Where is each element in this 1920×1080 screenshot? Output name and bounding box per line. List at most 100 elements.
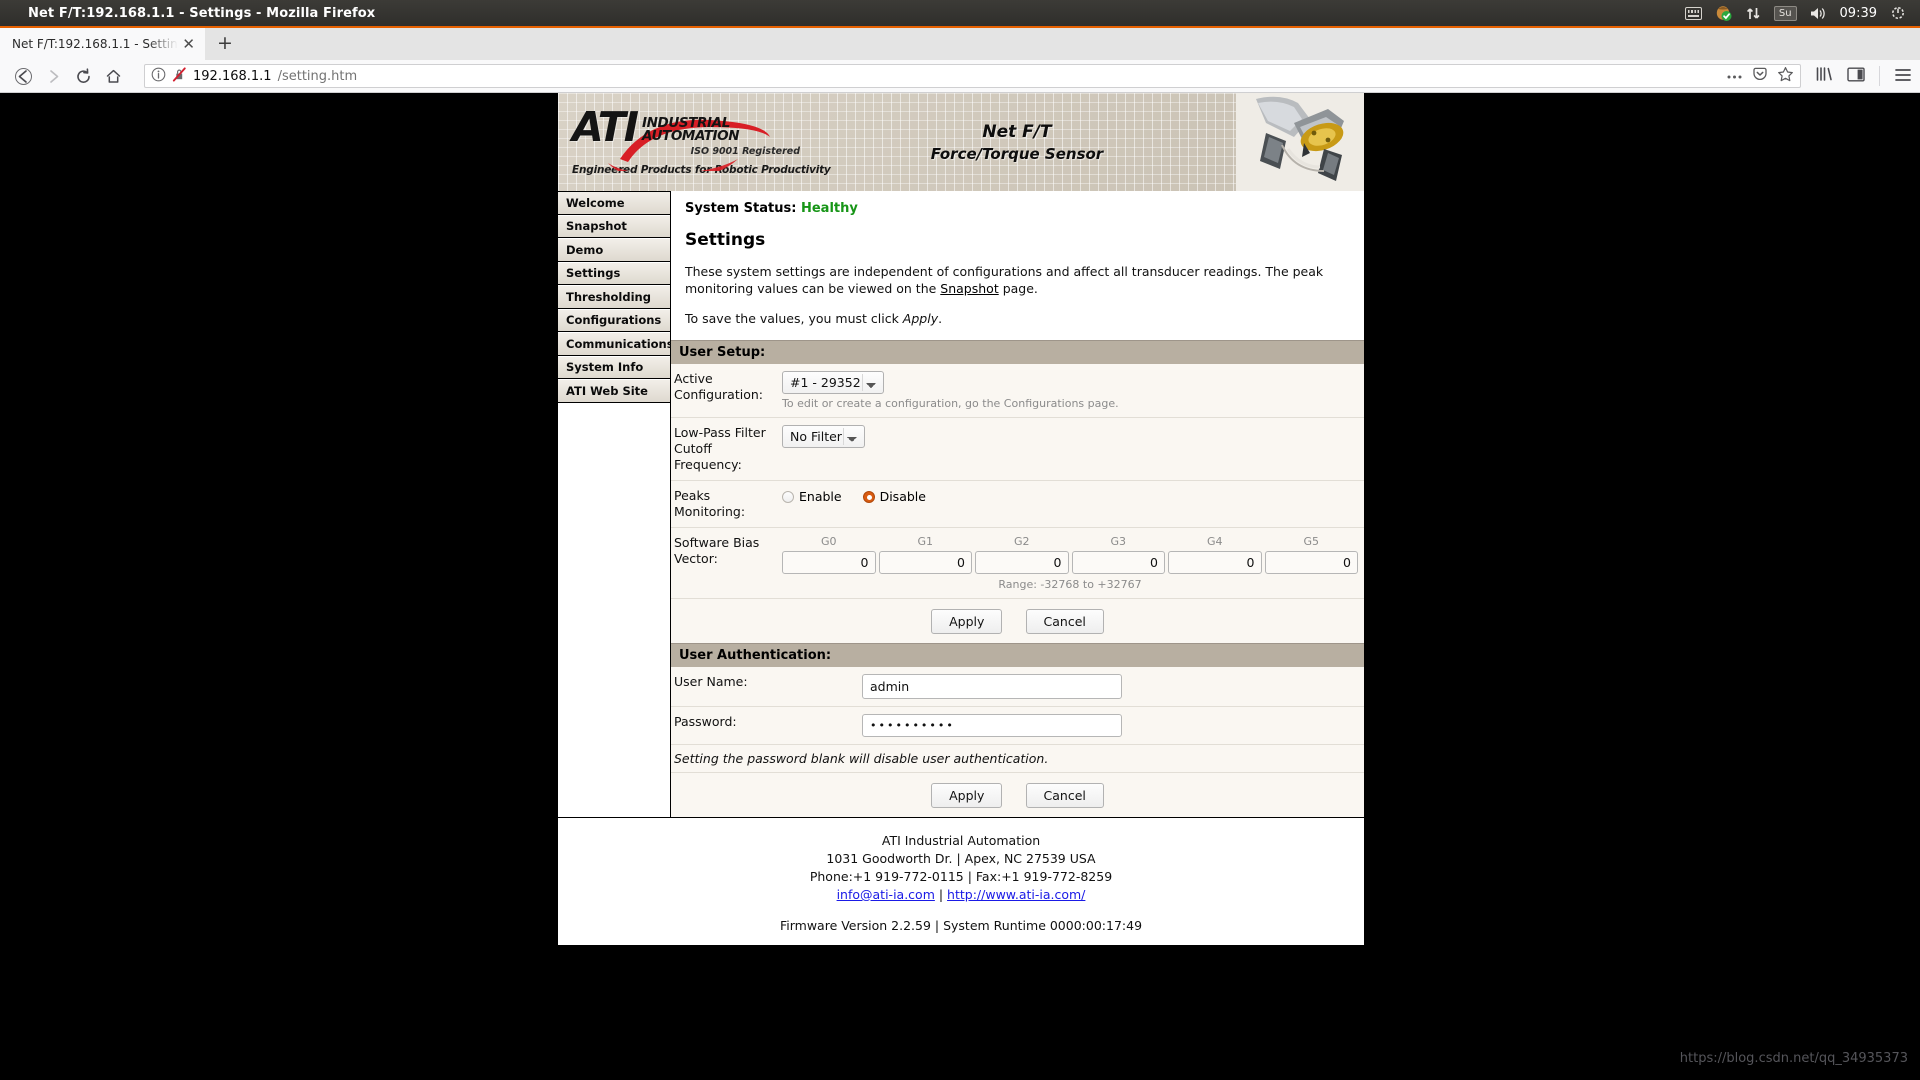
footer-phone: Phone:+1 919-772-0115 | Fax:+1 919-772-8…: [809, 869, 1113, 884]
input-method-indicator[interactable]: Su: [1773, 5, 1797, 21]
password-cell: [856, 706, 1364, 745]
active-configuration-row: Active Configuration: #1 - 29352 To edit…: [671, 364, 1364, 418]
peaks-enable-radio[interactable]: [782, 490, 794, 503]
banner-title-netft: Net F/T: [982, 121, 1052, 142]
page-viewport: ATI INDUSTRIAL AUTOMATION ISO 9001 Regis…: [0, 93, 1920, 1080]
bias-input-g1[interactable]: [878, 551, 972, 574]
software-bias-vector-row: Software Bias Vector: G0 G1 G2 G3: [671, 527, 1364, 599]
clock[interactable]: 09:39: [1840, 6, 1877, 21]
browser-chrome: Net F/T:192.168.1.1 - Setting ✕ + 192.16…: [0, 26, 1920, 93]
bias-input-g5[interactable]: [1264, 551, 1358, 574]
sidebar-label: System Info: [566, 360, 644, 375]
sidebar-item-system-info[interactable]: System Info: [558, 355, 670, 379]
user-auth-header-row: User Authentication:: [671, 643, 1364, 667]
user-setup-header-row: User Setup:: [671, 340, 1364, 364]
sidebar-item-demo[interactable]: Demo: [558, 238, 670, 262]
app-menu-icon[interactable]: [1894, 67, 1912, 86]
home-icon[interactable]: [98, 62, 128, 90]
page-info-icon[interactable]: [151, 67, 166, 86]
forward-icon[interactable]: [38, 62, 68, 90]
sidebar-label: ATI Web Site: [566, 383, 648, 398]
user-auth-button-row: Apply Cancel: [671, 773, 1364, 817]
user-authentication-header: User Authentication:: [671, 643, 1364, 667]
user-setup-apply-button[interactable]: Apply: [931, 609, 1003, 634]
username-label: User Name:: [671, 667, 856, 707]
network-icon[interactable]: [1746, 6, 1761, 21]
reload-icon[interactable]: [68, 62, 98, 90]
browser-tab[interactable]: Net F/T:192.168.1.1 - Setting ✕: [0, 28, 205, 60]
close-tab-icon[interactable]: ✕: [178, 35, 199, 53]
bias-header-g3: G3: [1110, 535, 1127, 548]
sidebar-item-snapshot[interactable]: Snapshot: [558, 214, 670, 238]
sidebar-item-communications[interactable]: Communications: [558, 332, 674, 356]
watermark: https://blog.csdn.net/qq_34935373: [1679, 1051, 1908, 1066]
user-setup-cancel-button[interactable]: Cancel: [1025, 609, 1104, 634]
bias-header-g5: G5: [1303, 535, 1320, 548]
navigation-toolbar: 192.168.1.1/setting.htm: [0, 60, 1920, 93]
address-bar[interactable]: 192.168.1.1/setting.htm: [144, 64, 1801, 88]
keyboard-icon[interactable]: [1684, 6, 1702, 20]
system-tray: Su 09:39: [1684, 5, 1912, 22]
page-actions-icon[interactable]: [1726, 69, 1743, 84]
system-status-value: Healthy: [800, 201, 858, 216]
sidebar-item-configurations[interactable]: Configurations: [558, 308, 670, 332]
back-icon[interactable]: [8, 62, 38, 90]
intro-text-2: page.: [998, 281, 1038, 296]
username-cell: [856, 667, 1364, 707]
sidebar-item-settings[interactable]: Settings: [558, 261, 670, 285]
lowpass-filter-row: Low-Pass Filter Cutoff Frequency: No Fil…: [671, 417, 1364, 481]
logo-automation-text: AUTOMATION: [642, 127, 740, 144]
peaks-disable-radio[interactable]: [862, 490, 875, 503]
password-input[interactable]: [862, 714, 1122, 737]
window-title: Net F/T:192.168.1.1 - Settings - Mozilla…: [28, 5, 376, 21]
pocket-icon[interactable]: [1752, 66, 1768, 86]
footer-link-separator: |: [934, 887, 948, 902]
power-gear-icon[interactable]: [1890, 5, 1906, 21]
lowpass-filter-select-wrap: No Filter: [782, 425, 865, 448]
robot-sensor-photo: [1236, 93, 1364, 191]
sidebar-label: Snapshot: [566, 219, 627, 234]
library-icon[interactable]: [1815, 66, 1833, 86]
url-host: 192.168.1.1: [193, 68, 272, 84]
bias-header-g4: G4: [1206, 535, 1223, 548]
volume-icon[interactable]: [1810, 6, 1827, 21]
username-input[interactable]: [862, 674, 1122, 699]
bias-input-g0[interactable]: [782, 551, 876, 574]
password-note: Setting the password blank will disable …: [671, 745, 1364, 773]
sidebar-item-ati-web-site[interactable]: ATI Web Site: [558, 379, 670, 403]
main-navigation-sidebar: Welcome Snapshot Demo Settings Threshold…: [558, 191, 674, 817]
snapshot-link[interactable]: Snapshot: [940, 281, 998, 296]
bookmark-star-icon[interactable]: [1777, 66, 1794, 87]
page-banner: ATI INDUSTRIAL AUTOMATION ISO 9001 Regis…: [558, 93, 1364, 191]
url-path: /setting.htm: [277, 68, 358, 84]
sidebar-item-welcome[interactable]: Welcome: [558, 191, 670, 215]
sidebar-label: Configurations: [566, 313, 662, 328]
toolbar-divider: [1879, 66, 1880, 86]
active-configuration-label: Active Configuration:: [671, 364, 776, 418]
footer-email-link[interactable]: info@ati-ia.com: [837, 887, 935, 902]
intro-paragraph: These system settings are independent of…: [685, 263, 1360, 297]
footer-links: info@ati-ia.com | http://www.ati-ia.com/: [558, 886, 1364, 904]
updates-icon[interactable]: [1715, 5, 1733, 22]
sidebar-label: Communications: [566, 336, 674, 351]
user-setup-button-row: Apply Cancel: [671, 599, 1364, 643]
sidebar-icon[interactable]: [1847, 67, 1865, 86]
sidebar-item-thresholding[interactable]: Thresholding: [558, 285, 670, 309]
footer-website-link[interactable]: http://www.ati-ia.com/: [947, 887, 1085, 902]
user-auth-apply-button[interactable]: Apply: [931, 783, 1003, 808]
username-row: User Name:: [671, 667, 1364, 707]
software-bias-vector-cell: G0 G1 G2 G3 G4 G5: [776, 527, 1364, 599]
new-tab-button[interactable]: +: [205, 28, 245, 60]
peaks-disable-label: Disable: [879, 489, 926, 504]
active-configuration-cell: #1 - 29352 To edit or create a configura…: [776, 364, 1364, 418]
user-auth-cancel-button[interactable]: Cancel: [1025, 783, 1104, 808]
apply-note: To save the values, you must click Apply…: [685, 310, 1360, 327]
bias-input-g2[interactable]: [975, 551, 1069, 574]
bias-input-g4[interactable]: [1168, 551, 1262, 574]
page-footer: ATI Industrial Automation 1031 Goodworth…: [558, 817, 1364, 945]
bias-input-g3[interactable]: [1071, 551, 1165, 574]
software-bias-vector-label: Software Bias Vector:: [671, 527, 776, 599]
active-configuration-select[interactable]: #1 - 29352: [782, 371, 884, 394]
insecure-connection-icon[interactable]: [172, 66, 187, 86]
lowpass-filter-select[interactable]: No Filter: [782, 425, 865, 448]
